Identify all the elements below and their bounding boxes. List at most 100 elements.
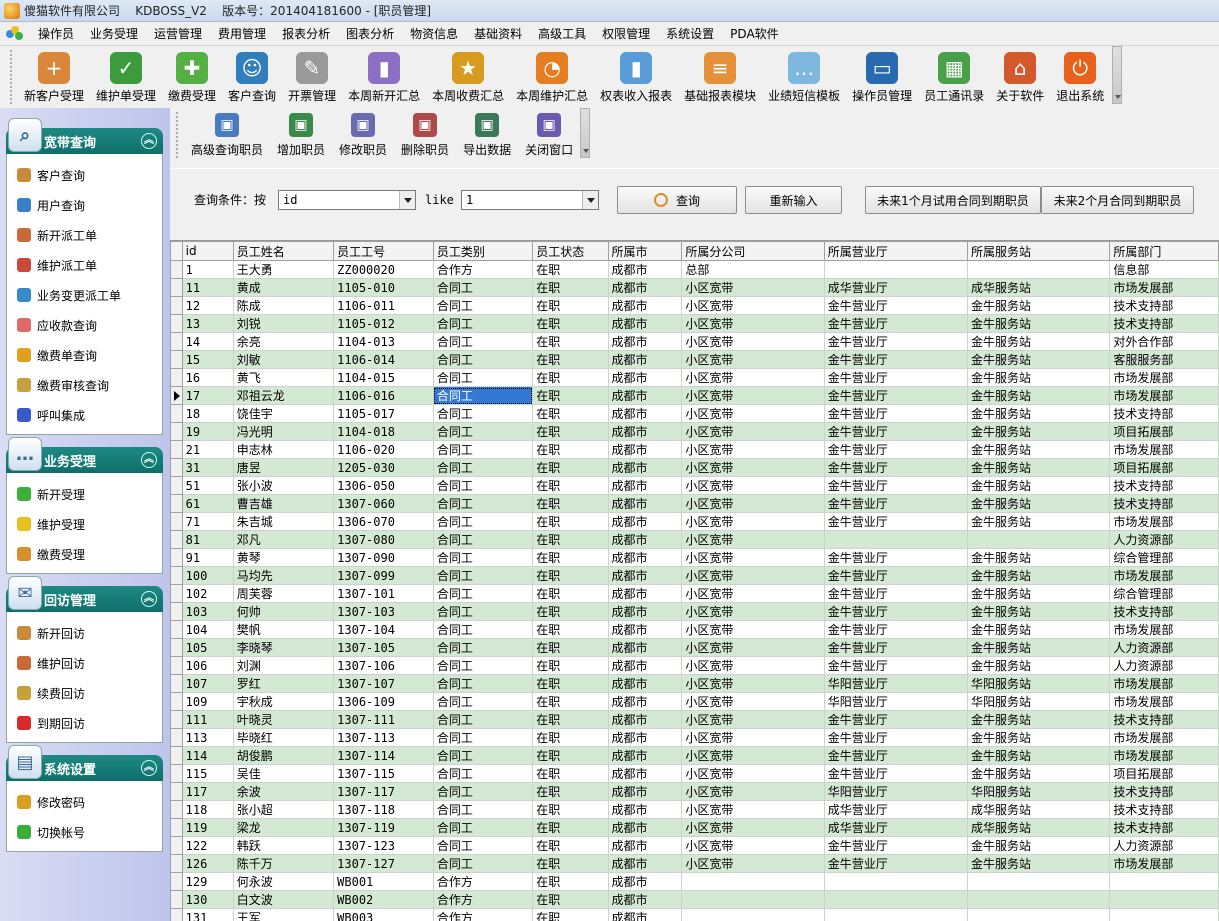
table-cell[interactable]: 在职 xyxy=(532,656,609,675)
toolbar-button[interactable]: ★ 本周收费汇总 xyxy=(426,46,510,104)
table-cell[interactable]: 市场发展部 xyxy=(1109,440,1219,459)
table-cell[interactable]: 1307-107 xyxy=(333,674,434,693)
sidebar-panel-header[interactable]: ✉ 回访管理 ︽ xyxy=(6,576,163,612)
table-cell[interactable]: 成都市 xyxy=(607,476,683,495)
menu-item[interactable]: 图表分析 xyxy=(338,25,402,42)
column-header[interactable]: id xyxy=(181,241,234,261)
table-cell[interactable]: 在职 xyxy=(532,746,609,765)
row-header[interactable] xyxy=(170,386,183,405)
table-row[interactable]: 131 王军 WB003 合作方 在职 成都市 xyxy=(170,908,1219,921)
table-cell[interactable]: 技术支持部 xyxy=(1109,494,1219,513)
table-cell[interactable]: 市场发展部 xyxy=(1109,728,1219,747)
row-header[interactable] xyxy=(170,440,183,459)
subtoolbar-button[interactable]: ▣ 增加职员 xyxy=(270,108,332,158)
column-header[interactable]: 员工姓名 xyxy=(232,241,335,261)
sidebar-item[interactable]: 维护回访 xyxy=(7,648,162,678)
table-cell[interactable]: 1104-013 xyxy=(333,332,434,351)
trial-expiry-button[interactable]: 未来1个月试用合同到期职员 xyxy=(865,186,1041,214)
table-cell[interactable]: 合同工 xyxy=(432,818,534,837)
table-cell[interactable]: 成华营业厅 xyxy=(823,818,969,837)
table-cell[interactable]: 成都市 xyxy=(607,746,683,765)
table-cell[interactable]: 12 xyxy=(181,296,234,315)
table-cell[interactable]: 合同工 xyxy=(432,512,534,531)
table-cell[interactable]: 成都市 xyxy=(607,566,683,585)
table-cell[interactable]: 市场发展部 xyxy=(1109,278,1219,297)
table-cell[interactable]: 何帅 xyxy=(232,602,335,621)
table-cell[interactable]: 金牛营业厅 xyxy=(823,548,969,567)
table-cell[interactable]: 1 xyxy=(181,260,234,279)
table-cell[interactable]: 1307-106 xyxy=(333,656,434,675)
table-cell[interactable]: 信息部 xyxy=(1109,260,1219,279)
row-header[interactable] xyxy=(170,692,183,711)
table-cell[interactable]: 市场发展部 xyxy=(1109,854,1219,873)
table-row[interactable]: 118 张小超 1307-118 合同工 在职 成都市 小区宽带 成华营业厅 成华服务站 技术支持… xyxy=(170,800,1219,819)
table-cell[interactable]: 金牛服务站 xyxy=(967,836,1111,855)
table-cell[interactable]: 成都市 xyxy=(607,332,683,351)
table-cell[interactable]: 马均先 xyxy=(232,566,335,585)
toolbar-button[interactable]: ▮ 本周新开汇总 xyxy=(342,46,426,104)
table-cell[interactable] xyxy=(967,872,1111,891)
table-cell[interactable] xyxy=(823,908,969,921)
table-cell[interactable]: 在职 xyxy=(532,836,609,855)
table-cell[interactable]: 小区宽带 xyxy=(681,836,825,855)
row-header[interactable] xyxy=(170,548,183,567)
table-cell[interactable]: 13 xyxy=(181,314,234,333)
row-header[interactable] xyxy=(170,782,183,801)
table-cell[interactable]: 1307-127 xyxy=(333,854,434,873)
column-header[interactable]: 所属服务站 xyxy=(967,241,1111,261)
table-cell[interactable]: 饶佳宇 xyxy=(232,404,335,423)
column-header[interactable]: 员工类别 xyxy=(432,241,534,261)
table-cell[interactable]: 金牛营业厅 xyxy=(823,332,969,351)
table-cell[interactable]: 成都市 xyxy=(607,692,683,711)
table-cell[interactable]: 项目拓展部 xyxy=(1109,764,1219,783)
table-cell[interactable]: 1307-101 xyxy=(333,584,434,603)
table-cell[interactable]: 白文波 xyxy=(232,890,335,909)
table-cell[interactable]: 合同工 xyxy=(432,854,534,873)
row-header[interactable] xyxy=(170,566,183,585)
menu-item[interactable]: 系统设置 xyxy=(658,25,722,42)
toolbar-button[interactable]: ✎ 开票管理 xyxy=(282,46,342,104)
sidebar-item[interactable]: 维护受理 xyxy=(7,509,162,539)
table-cell[interactable]: 111 xyxy=(181,710,234,729)
sidebar-item[interactable]: 续费回访 xyxy=(7,678,162,708)
table-cell[interactable]: 金牛服务站 xyxy=(967,386,1111,405)
table-cell[interactable]: 在职 xyxy=(532,872,609,891)
table-cell[interactable]: 总部 xyxy=(681,260,825,279)
row-header[interactable] xyxy=(170,818,183,837)
table-cell[interactable]: 成都市 xyxy=(607,710,683,729)
menu-item[interactable]: PDA软件 xyxy=(722,25,786,42)
table-cell[interactable]: 金牛营业厅 xyxy=(823,458,969,477)
table-row[interactable]: 119 梁龙 1307-119 合同工 在职 成都市 小区宽带 成华营业厅 成华服务站 技术支持部 xyxy=(170,818,1219,837)
table-cell[interactable]: 金牛营业厅 xyxy=(823,710,969,729)
table-row[interactable]: 51 张小波 1306-050 合同工 在职 成都市 小区宽带 金牛营业厅 金牛服务站 技术支持部 xyxy=(170,476,1219,495)
row-header[interactable] xyxy=(170,512,183,531)
table-cell[interactable]: 金牛营业厅 xyxy=(823,836,969,855)
table-cell[interactable]: 在职 xyxy=(532,440,609,459)
sidebar-item[interactable]: 业务变更派工单 xyxy=(7,280,162,310)
table-cell[interactable]: 人力资源部 xyxy=(1109,656,1219,675)
sidebar-item[interactable]: 缴费审核查询 xyxy=(7,370,162,400)
table-cell[interactable]: 合同工 xyxy=(432,422,534,441)
row-header[interactable] xyxy=(170,746,183,765)
table-cell[interactable]: 技术支持部 xyxy=(1109,404,1219,423)
row-header[interactable] xyxy=(170,260,183,279)
table-cell[interactable]: 在职 xyxy=(532,314,609,333)
table-cell[interactable]: 技术支持部 xyxy=(1109,818,1219,837)
menu-item[interactable]: 报表分析 xyxy=(274,25,338,42)
table-cell[interactable]: 华阳营业厅 xyxy=(823,674,969,693)
table-cell[interactable]: 合同工 xyxy=(432,692,534,711)
table-cell[interactable]: 合同工 xyxy=(432,548,534,567)
subtoolbar-button[interactable]: ▣ 关闭窗口 xyxy=(518,108,580,158)
table-row[interactable]: 105 李晓琴 1307-105 合同工 在职 成都市 小区宽带 金牛营业厅 金牛服务站 人力资源… xyxy=(170,638,1219,657)
table-cell[interactable]: 金牛服务站 xyxy=(967,854,1111,873)
table-cell[interactable]: 成都市 xyxy=(607,314,683,333)
table-cell[interactable] xyxy=(681,872,825,891)
table-cell[interactable]: 17 xyxy=(181,386,234,405)
toolbar-button[interactable]: ▦ 员工通讯录 xyxy=(918,46,990,104)
table-cell[interactable]: 金牛服务站 xyxy=(967,458,1111,477)
table-cell[interactable]: 小区宽带 xyxy=(681,782,825,801)
table-cell[interactable]: 成都市 xyxy=(607,548,683,567)
table-cell[interactable]: 成华营业厅 xyxy=(823,278,969,297)
table-cell[interactable]: 吴佳 xyxy=(232,764,335,783)
table-row[interactable]: 113 毕晓红 1307-113 合同工 在职 成都市 小区宽带 金牛营业厅 金牛服务站 市场发展… xyxy=(170,728,1219,747)
